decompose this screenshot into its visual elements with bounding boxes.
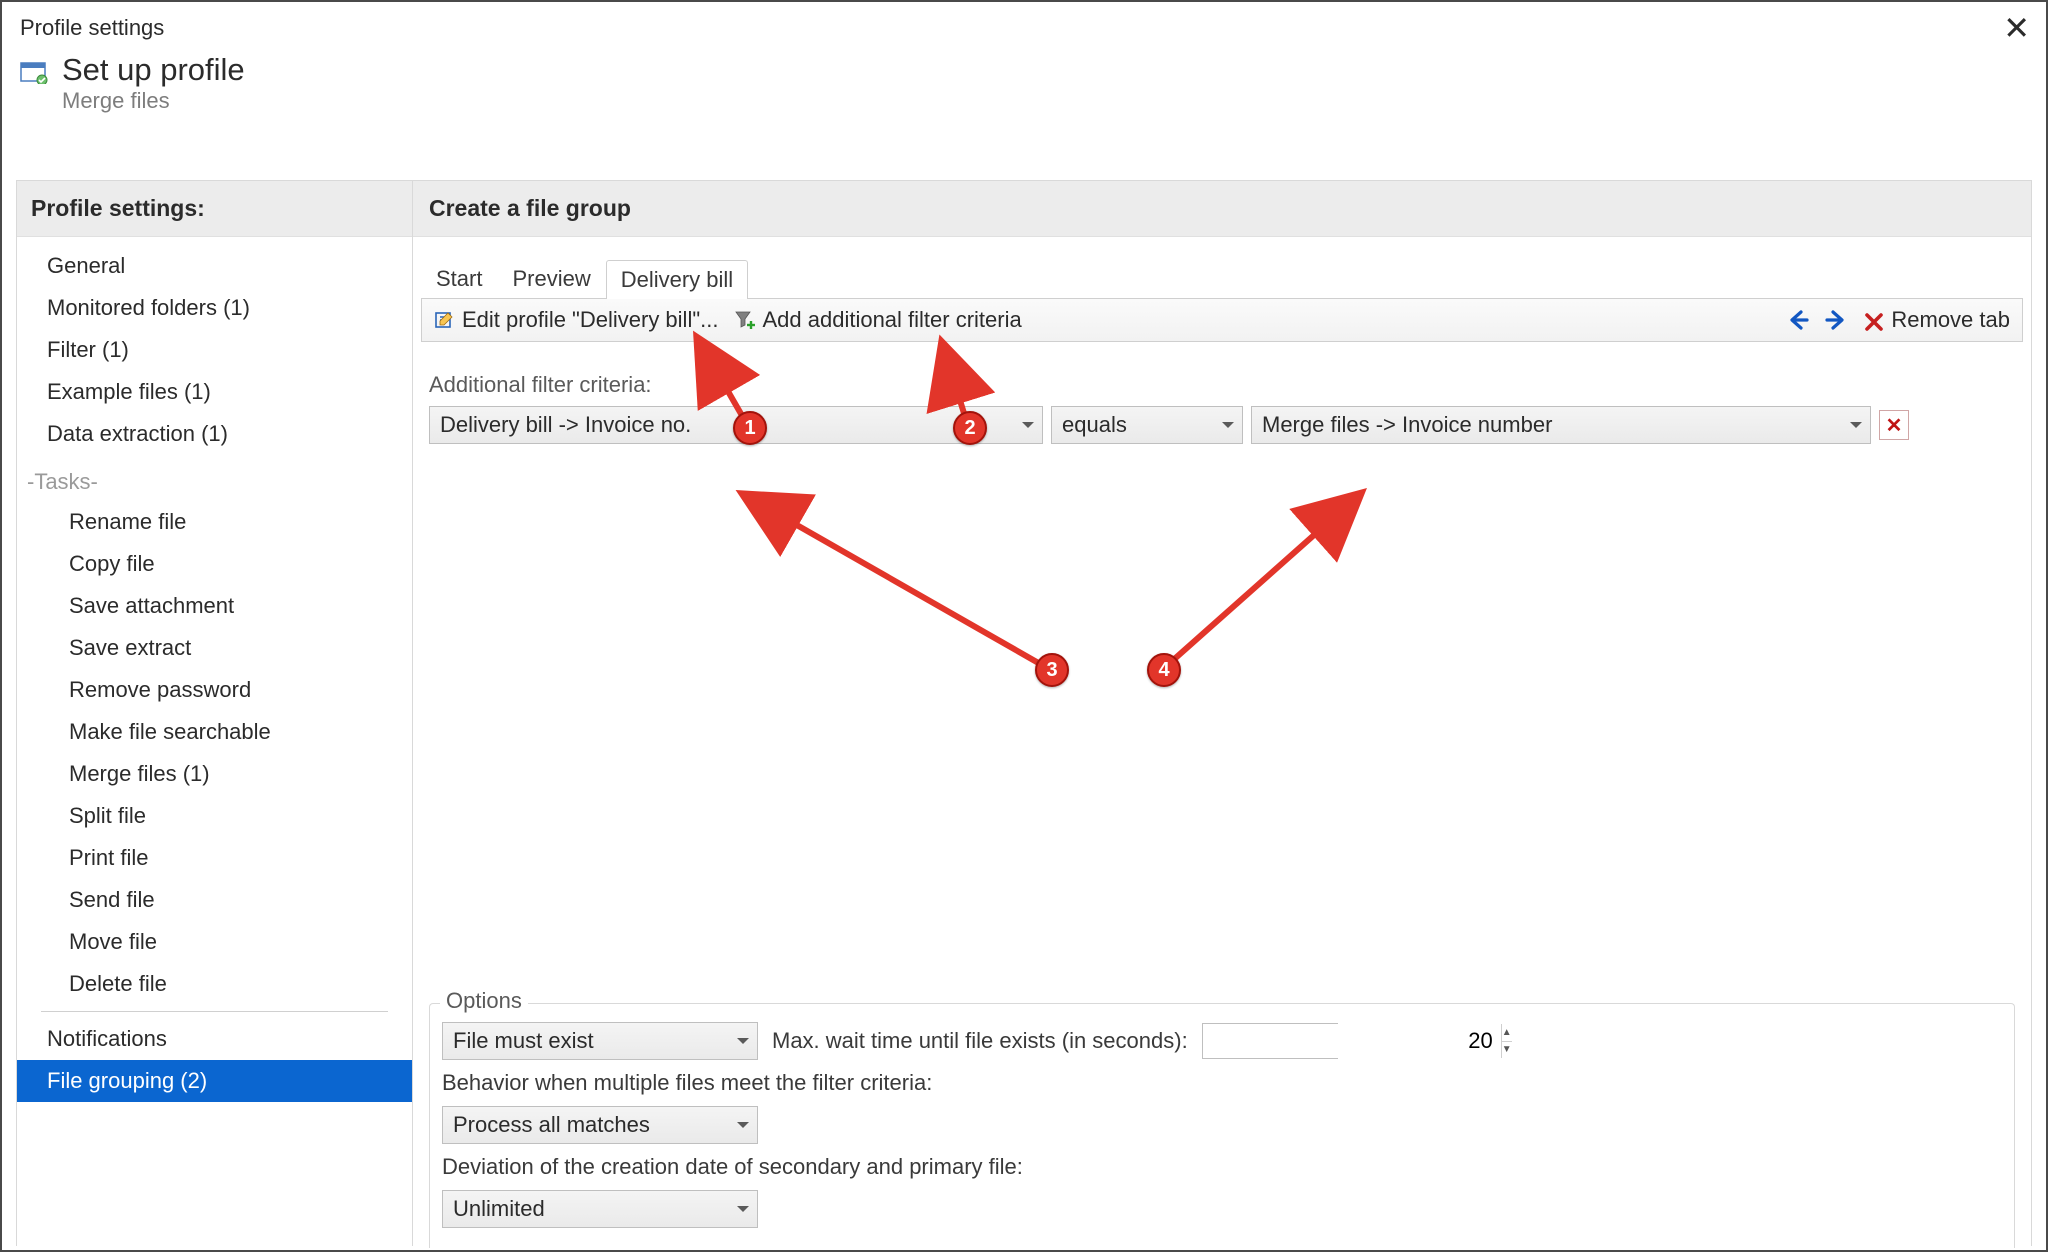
sidebar-item-monitored-folders[interactable]: Monitored folders (1) (17, 287, 412, 329)
spin-down-icon[interactable]: ▼ (1502, 1042, 1512, 1059)
behavior-value: Process all matches (453, 1112, 650, 1138)
sidebar-item-general[interactable]: General (17, 245, 412, 287)
page-header: Set up profile Merge files (2, 48, 2046, 132)
edit-profile-label: Edit profile "Delivery bill"... (462, 307, 718, 333)
sidebar-item-notifications[interactable]: Notifications (17, 1018, 412, 1060)
annotation-marker-2: 2 (953, 411, 987, 445)
profile-icon (20, 60, 48, 84)
tab-preview[interactable]: Preview (497, 259, 605, 298)
page-title: Set up profile (62, 52, 245, 88)
annotation-marker-1: 1 (733, 411, 767, 445)
wait-time-label: Max. wait time until file exists (in sec… (772, 1028, 1188, 1054)
arrow-left-icon (1787, 309, 1809, 331)
sidebar-task-save-attachment[interactable]: Save attachment (17, 585, 412, 627)
remove-icon (1863, 309, 1885, 331)
window-title: Profile settings (20, 15, 164, 41)
sidebar-task-send-file[interactable]: Send file (17, 879, 412, 921)
behavior-select[interactable]: Process all matches (442, 1106, 758, 1144)
page-subtitle: Merge files (62, 88, 245, 114)
annotation-marker-3: 3 (1035, 653, 1069, 687)
sidebar-task-copy-file[interactable]: Copy file (17, 543, 412, 585)
add-filter-button[interactable]: Add additional filter criteria (730, 305, 1025, 335)
filter-delete-button[interactable]: ✕ (1879, 410, 1909, 440)
tab-bar: Start Preview Delivery bill (421, 259, 2031, 298)
filter-row: Delivery bill -> Invoice no. equals Merg… (429, 406, 2019, 444)
filter-operator-value: equals (1062, 412, 1127, 438)
sidebar-task-rename-file[interactable]: Rename file (17, 501, 412, 543)
wait-time-field[interactable] (1203, 1024, 1501, 1058)
deviation-value: Unlimited (453, 1196, 545, 1222)
filter-section-label: Additional filter criteria: (429, 372, 2031, 398)
titlebar: Profile settings ✕ (2, 2, 2046, 48)
toolbar: Edit profile "Delivery bill"... Add addi… (421, 298, 2023, 342)
sidebar-item-filter[interactable]: Filter (1) (17, 329, 412, 371)
sidebar-task-save-extract[interactable]: Save extract (17, 627, 412, 669)
wait-time-input[interactable]: ▲ ▼ (1202, 1023, 1338, 1059)
sidebar-task-merge-files[interactable]: Merge files (1) (17, 753, 412, 795)
edit-icon (434, 309, 456, 331)
add-filter-label: Add additional filter criteria (762, 307, 1021, 333)
sidebar-task-make-searchable[interactable]: Make file searchable (17, 711, 412, 753)
deviation-select[interactable]: Unlimited (442, 1190, 758, 1228)
file-existence-select[interactable]: File must exist (442, 1022, 758, 1060)
nav-next-button[interactable] (1821, 307, 1851, 333)
sidebar-task-print-file[interactable]: Print file (17, 837, 412, 879)
deviation-label: Deviation of the creation date of second… (442, 1154, 1023, 1180)
filter-left-value: Delivery bill -> Invoice no. (440, 412, 691, 438)
main-panel: Create a file group Start Preview Delive… (413, 181, 2031, 1246)
sidebar-task-delete-file[interactable]: Delete file (17, 963, 412, 1005)
panel-heading: Create a file group (413, 181, 2031, 237)
options-group: Options File must exist Max. wait time u… (429, 1003, 2015, 1248)
file-existence-value: File must exist (453, 1028, 594, 1054)
sidebar-task-remove-password[interactable]: Remove password (17, 669, 412, 711)
nav-prev-button[interactable] (1783, 307, 1813, 333)
delete-x-icon: ✕ (1886, 413, 1903, 438)
edit-profile-button[interactable]: Edit profile "Delivery bill"... (430, 305, 722, 335)
remove-tab-label: Remove tab (1891, 307, 2010, 333)
sidebar-item-example-files[interactable]: Example files (1) (17, 371, 412, 413)
remove-tab-button[interactable]: Remove tab (1859, 305, 2014, 335)
close-icon[interactable]: ✕ (2003, 12, 2030, 44)
options-legend: Options (440, 988, 528, 1014)
filter-operator-select[interactable]: equals (1051, 406, 1243, 444)
filter-right-select[interactable]: Merge files -> Invoice number (1251, 406, 1871, 444)
filter-plus-icon (734, 309, 756, 331)
arrow-right-icon (1825, 309, 1847, 331)
wait-time-spinner[interactable]: ▲ ▼ (1501, 1024, 1512, 1058)
sidebar-heading: Profile settings: (17, 181, 412, 237)
sidebar-tasks-label: -Tasks- (17, 455, 412, 501)
sidebar-item-file-grouping[interactable]: File grouping (2) (17, 1060, 412, 1102)
tab-start[interactable]: Start (421, 259, 497, 298)
sidebar-item-data-extraction[interactable]: Data extraction (1) (17, 413, 412, 455)
sidebar-divider (41, 1011, 388, 1012)
sidebar: Profile settings: General Monitored fold… (17, 181, 413, 1246)
sidebar-task-split-file[interactable]: Split file (17, 795, 412, 837)
filter-right-value: Merge files -> Invoice number (1262, 412, 1552, 438)
spin-up-icon[interactable]: ▲ (1502, 1024, 1512, 1042)
app-window: Profile settings ✕ Set up profile Merge … (0, 0, 2048, 1252)
behavior-label: Behavior when multiple files meet the fi… (442, 1070, 932, 1096)
sidebar-task-move-file[interactable]: Move file (17, 921, 412, 963)
tab-delivery-bill[interactable]: Delivery bill (606, 260, 748, 299)
annotation-marker-4: 4 (1147, 653, 1181, 687)
